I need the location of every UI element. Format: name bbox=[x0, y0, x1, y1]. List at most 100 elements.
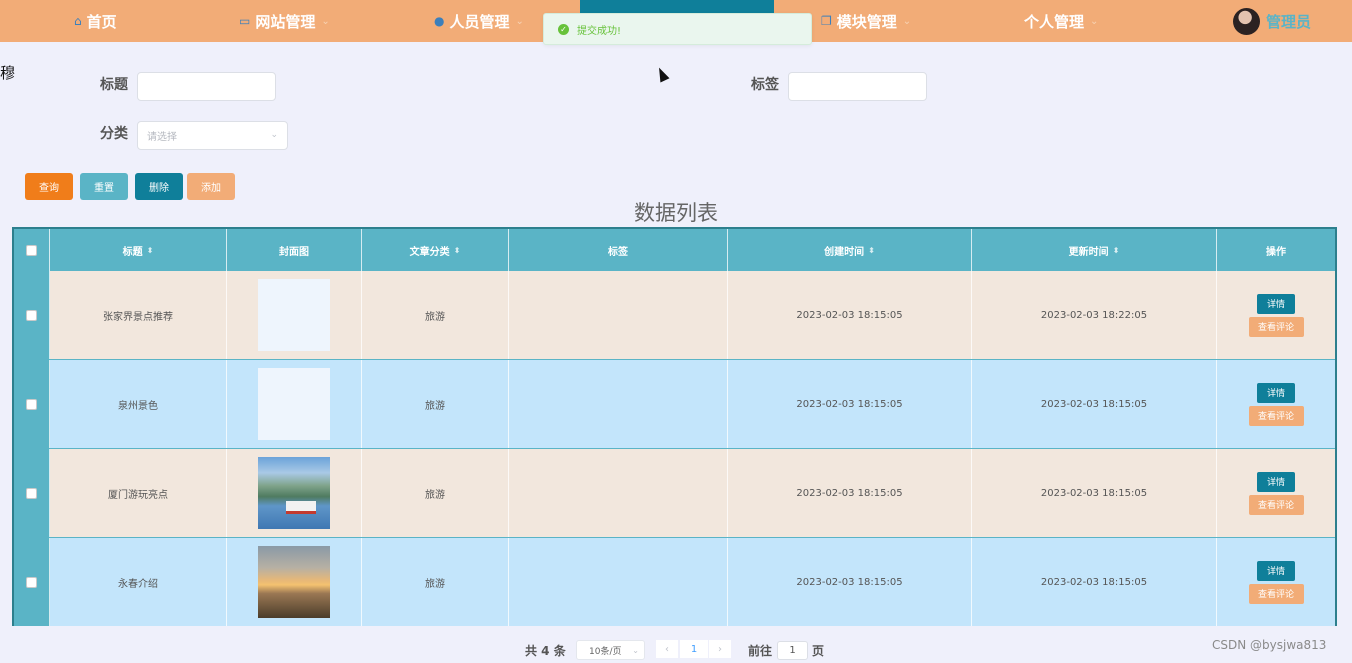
delete-button[interactable]: 删除 bbox=[135, 173, 183, 200]
title-label: 标题 bbox=[100, 77, 128, 93]
table-header: 标题 ⬍ 封面图 文章分类 ⬍ 标签 创建时间 ⬍ 更新时间 ⬍ 操作 bbox=[14, 229, 1335, 271]
cell-cover bbox=[227, 271, 362, 359]
chevron-down-icon: ⌄ bbox=[270, 130, 278, 140]
nav-item-label: 个人管理 bbox=[1024, 12, 1085, 31]
query-button[interactable]: 查询 bbox=[25, 173, 73, 200]
detail-button[interactable]: 详情 bbox=[1257, 293, 1295, 314]
nav-item-label: 网站管理 bbox=[255, 12, 316, 31]
cell-updated: 2023-02-03 18:15:05 bbox=[972, 449, 1217, 537]
row-select-cell bbox=[14, 538, 50, 626]
cell-tag bbox=[509, 360, 728, 448]
select-all-checkbox[interactable] bbox=[26, 244, 37, 256]
cover-image[interactable] bbox=[258, 546, 330, 618]
column-header-label: 文章分类 bbox=[409, 246, 450, 258]
cover-image[interactable] bbox=[258, 368, 330, 440]
cell-actions: 详情 查看评论 bbox=[1217, 538, 1335, 626]
detail-button[interactable]: 详情 bbox=[1257, 471, 1295, 492]
view-comments-button[interactable]: 查看评论 bbox=[1248, 405, 1304, 426]
column-header-updated[interactable]: 更新时间 ⬍ bbox=[972, 229, 1217, 271]
goto-page-input[interactable]: 1 bbox=[777, 641, 808, 660]
cell-title: 泉州景色 bbox=[50, 360, 227, 448]
row-checkbox[interactable] bbox=[26, 576, 37, 588]
sort-icon[interactable]: ⬍ bbox=[868, 246, 875, 255]
cell-tag bbox=[509, 271, 728, 359]
admin-name[interactable]: 管理员 bbox=[1266, 11, 1311, 32]
cell-created: 2023-02-03 18:15:05 bbox=[728, 271, 972, 359]
next-page-button[interactable]: › bbox=[709, 640, 731, 658]
sort-icon[interactable]: ⬍ bbox=[147, 246, 154, 255]
cell-updated: 2023-02-03 18:15:05 bbox=[972, 538, 1217, 626]
title-input[interactable] bbox=[137, 72, 276, 101]
view-comments-button[interactable]: 查看评论 bbox=[1248, 316, 1304, 337]
prev-page-button[interactable]: ‹ bbox=[656, 640, 678, 658]
data-table: 标题 ⬍ 封面图 文章分类 ⬍ 标签 创建时间 ⬍ 更新时间 ⬍ 操作 张家界景点推荐 … bbox=[12, 227, 1337, 626]
nav-item-label: 模块管理 bbox=[836, 12, 897, 31]
view-comments-button[interactable]: 查看评论 bbox=[1248, 583, 1304, 604]
cell-created: 2023-02-03 18:15:05 bbox=[728, 538, 972, 626]
row-checkbox[interactable] bbox=[26, 487, 37, 499]
column-header-title[interactable]: 标题 ⬍ bbox=[50, 229, 227, 271]
cell-updated: 2023-02-03 18:22:05 bbox=[972, 271, 1217, 359]
nav-item-home[interactable]: ⌂ 首页 bbox=[74, 0, 117, 42]
home-icon: ⌂ bbox=[74, 14, 82, 28]
column-header-label: 标题 bbox=[122, 246, 143, 258]
add-button[interactable]: 添加 bbox=[187, 173, 235, 200]
column-header-category[interactable]: 文章分类 ⬍ bbox=[362, 229, 509, 271]
nav-active-indicator bbox=[580, 0, 774, 14]
nav-item-site-management[interactable]: ▭ 网站管理 ⌄ bbox=[239, 0, 330, 42]
reset-button[interactable]: 重置 bbox=[80, 173, 128, 200]
detail-button[interactable]: 详情 bbox=[1257, 382, 1295, 403]
column-header-cover: 封面图 bbox=[227, 229, 362, 271]
row-checkbox[interactable] bbox=[26, 309, 37, 321]
watermark: CSDN @bysjwa813 bbox=[1212, 638, 1327, 652]
tag-label: 标签 bbox=[751, 77, 779, 93]
nav-item-personnel-management[interactable]: ● 人员管理 ⌄ bbox=[434, 0, 524, 42]
avatar[interactable] bbox=[1233, 8, 1260, 35]
chevron-down-icon: ⌄ bbox=[515, 15, 524, 27]
column-header-actions: 操作 bbox=[1217, 229, 1335, 271]
category-select[interactable]: 请选择 ⌄ bbox=[137, 121, 288, 150]
success-toast: ✓ 提交成功! bbox=[543, 13, 812, 45]
select-all-cell bbox=[14, 229, 50, 271]
column-header-label: 封面图 bbox=[279, 246, 309, 258]
chevron-right-icon: › bbox=[718, 643, 722, 655]
column-header-label: 标签 bbox=[608, 246, 628, 258]
column-header-label: 创建时间 bbox=[824, 246, 865, 258]
cover-image[interactable] bbox=[258, 279, 330, 351]
cell-category: 旅游 bbox=[362, 360, 509, 448]
chevron-down-icon: ⌄ bbox=[321, 15, 330, 27]
cell-tag bbox=[509, 538, 728, 626]
table-row: 张家界景点推荐 旅游 2023-02-03 18:15:05 2023-02-0… bbox=[14, 271, 1335, 359]
nav-item-module-management[interactable]: ❐ 模块管理 ⌄ bbox=[821, 0, 911, 42]
row-checkbox[interactable] bbox=[26, 398, 37, 410]
column-header-tag: 标签 bbox=[509, 229, 728, 271]
view-comments-button[interactable]: 查看评论 bbox=[1248, 494, 1304, 515]
page-size-select[interactable]: 10条/页 ⌄ bbox=[576, 640, 645, 660]
sort-icon[interactable]: ⬍ bbox=[454, 246, 461, 255]
detail-button[interactable]: 详情 bbox=[1257, 560, 1295, 581]
page-size-value: 10条/页 bbox=[589, 646, 622, 657]
cell-title: 厦门游玩亮点 bbox=[50, 449, 227, 537]
cell-title: 张家界景点推荐 bbox=[50, 271, 227, 359]
column-header-created[interactable]: 创建时间 ⬍ bbox=[728, 229, 972, 271]
page-number-current[interactable]: 1 bbox=[680, 640, 708, 658]
monitor-icon: ▭ bbox=[239, 14, 251, 28]
chevron-down-icon: ⌄ bbox=[902, 15, 912, 27]
cover-image[interactable] bbox=[258, 457, 330, 529]
cell-actions: 详情 查看评论 bbox=[1217, 360, 1335, 448]
cell-cover bbox=[227, 360, 362, 448]
tag-input[interactable] bbox=[788, 72, 927, 101]
row-select-cell bbox=[14, 449, 50, 537]
cell-updated: 2023-02-03 18:15:05 bbox=[972, 360, 1217, 448]
cell-cover bbox=[227, 449, 362, 537]
sort-icon[interactable]: ⬍ bbox=[1113, 246, 1120, 255]
nav-item-personal-management[interactable]: 个人管理 ⌄ bbox=[1024, 0, 1098, 42]
pagination-total: 共 4 条 bbox=[525, 643, 566, 658]
cell-actions: 详情 查看评论 bbox=[1217, 271, 1335, 359]
table-row: 厦门游玩亮点 旅游 2023-02-03 18:15:05 2023-02-03… bbox=[14, 449, 1335, 537]
nav-item-label: 人员管理 bbox=[449, 12, 510, 31]
nav-item-label: 首页 bbox=[86, 12, 117, 31]
cell-category: 旅游 bbox=[362, 538, 509, 626]
category-label: 分类 bbox=[100, 126, 128, 142]
cell-actions: 详情 查看评论 bbox=[1217, 449, 1335, 537]
